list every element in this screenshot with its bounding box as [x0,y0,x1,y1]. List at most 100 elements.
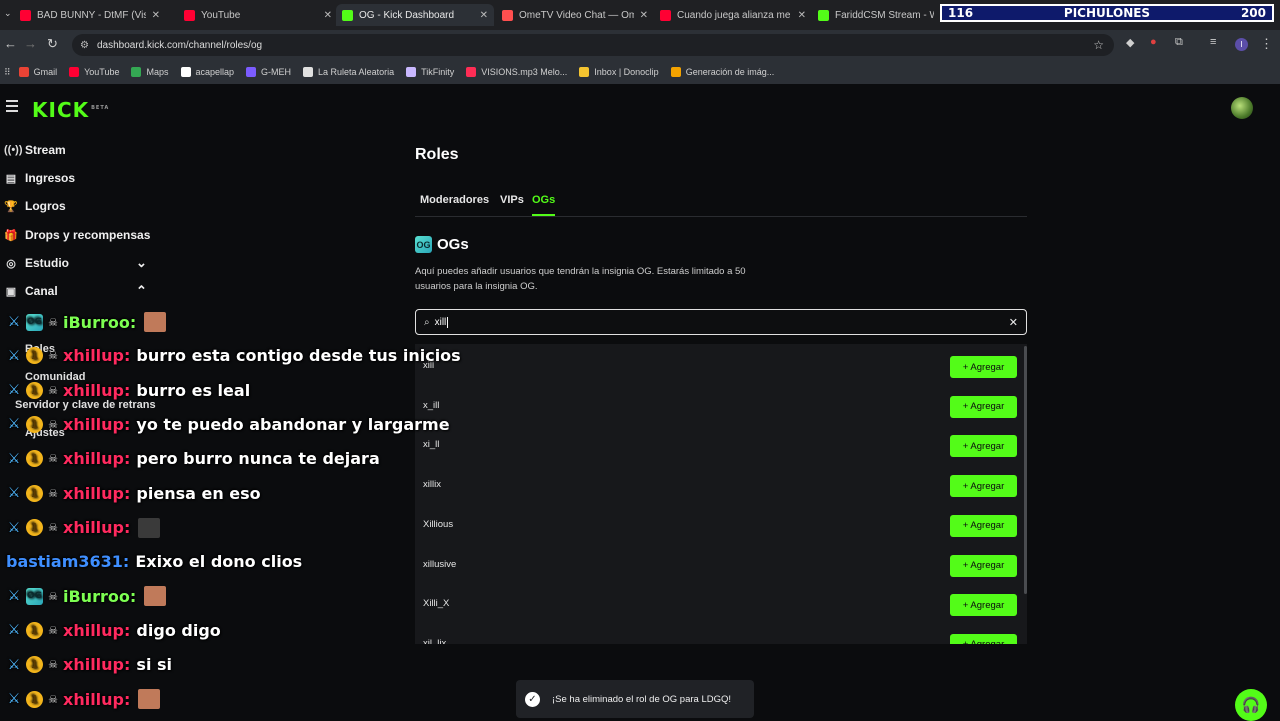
sidebar-subitem[interactable]: Servidor y clave de retrans [15,399,156,411]
chat-username-text: bastiam3631 [6,552,123,572]
bookmark-label: Maps [146,67,169,77]
check-icon: ✓ [525,691,540,707]
bookmark-item[interactable]: acapellap [180,67,234,77]
tab-title: FariddCSM Stream - Watch Live [835,9,934,21]
tab-vips[interactable]: VIPs [500,194,524,214]
browser-tab[interactable]: YouTube ✕ [178,4,338,26]
sword-badge-icon: ⚔ [7,347,21,364]
agregar-button[interactable]: + Agregar [950,435,1017,458]
sidebar-item-stream[interactable]: ((•)) Stream [4,143,66,157]
coin-badge-icon: 1 [26,450,43,468]
agregar-button[interactable]: + Agregar [950,514,1017,537]
camera-icon: ◎ [6,257,16,270]
agregar-button[interactable]: + Agregar [950,475,1017,498]
results-scrollbar[interactable] [1024,346,1027,594]
profile-icon[interactable]: I [1235,38,1248,51]
bookmark-label: La Ruleta Aleatoria [318,67,395,77]
tab-ogs[interactable]: OGs [532,194,556,216]
bookmark-item[interactable]: YouTube [69,67,119,77]
result-row: xi_ll + Agregar [415,425,1027,465]
agregar-button[interactable]: + Agregar [950,356,1017,378]
extension-red-icon[interactable]: ● [1150,36,1157,48]
result-row: xillix + Agregar [415,465,1027,505]
bookmark-item[interactable]: Gmail [18,67,57,77]
search-value: xill [434,316,447,328]
kick-logo[interactable]: KICK BETA [32,98,109,122]
chevron-down-icon[interactable]: ⌄ [136,255,147,271]
user-avatar[interactable] [1231,97,1253,119]
chat-username-text: xhillup [63,655,125,674]
chevron-up-icon[interactable]: ⌃ [136,283,147,299]
back-icon[interactable]: ← [4,36,17,51]
browser-tab[interactable]: FariddCSM Stream - Watch Live [812,4,940,26]
reload-icon[interactable]: ↻ [47,36,58,52]
coin-badge-icon: 1 [26,484,43,502]
clear-search-icon[interactable]: ✕ [1009,316,1018,329]
bookmark-item[interactable]: VISIONS.mp3 Melo... [466,67,567,77]
tab-close-icon[interactable]: ✕ [640,10,648,21]
bookmark-item[interactable]: G-MEH [246,67,291,77]
support-chat-icon[interactable]: 🎧 [1235,689,1267,721]
tab-close-icon[interactable]: ✕ [480,10,488,21]
browser-tab[interactable]: OG - Kick Dashboard ✕ [336,4,494,26]
skull-badge-icon: ☠ [48,521,58,535]
sidebar-item-ingresos[interactable]: ▤ Ingresos [4,171,75,185]
result-row: Xilli_X + Agregar [415,584,1027,624]
tab-close-icon[interactable]: ✕ [798,10,806,21]
browser-tab[interactable]: Cuando juega alianza me da pena ✕ [654,4,812,26]
browser-tab[interactable]: OmeTV Video Chat — Ome ✕ [496,4,654,26]
bookmark-item[interactable]: Inbox | Donoclip [579,67,659,77]
tab-search-icon[interactable]: ⌄ [4,8,12,19]
extensions-puzzle-icon[interactable]: ⧉ [1175,36,1183,49]
tab-moderadores[interactable]: Moderadores [420,194,489,214]
agregar-button[interactable]: + Agregar [950,594,1017,617]
extension-icon[interactable]: ◆ [1126,36,1134,49]
coin-badge-icon: 1 [26,519,43,537]
sidebar-item-drops[interactable]: 🎁 Drops y recompensas [4,228,150,242]
apps-grid-icon[interactable]: ⠿ [4,67,11,78]
skull-badge-icon: ☠ [48,589,58,603]
bookmark-item[interactable]: Maps [131,67,169,77]
chat-username: iBurroo: [63,586,137,606]
agregar-button[interactable]: + Agregar [950,395,1017,418]
tab-title: OG - Kick Dashboard [359,9,455,21]
tab-close-icon[interactable]: ✕ [324,10,332,21]
browser-tab[interactable]: BAD BUNNY - DtMF (Visualizer) ✕ [14,4,166,26]
sidebar-item-estudio[interactable]: ◎ Estudio ⌄ [4,255,147,270]
bookmark-star-icon[interactable]: ☆ [1093,38,1104,52]
bookmark-favicon-icon [246,67,257,77]
search-icon: ⌕ [424,316,430,328]
sidebar-item-logros[interactable]: 🏆 Logros [4,199,66,213]
user-search-input[interactable]: ⌕ xill ✕ [415,309,1027,335]
og-badge-icon: OG [26,313,43,331]
agregar-button[interactable]: + Agregar [950,554,1017,577]
bookmark-item[interactable]: La Ruleta Aleatoria [303,67,394,77]
tab-close-icon[interactable]: ✕ [152,10,160,21]
menu-icon[interactable]: ⋮ [1260,36,1273,52]
bookmark-item[interactable]: TikFinity [406,67,454,77]
agregar-button[interactable]: + Agregar [950,633,1017,644]
hamburger-menu-icon[interactable] [6,100,18,115]
overlay-title: PICHULONES [1063,6,1151,20]
site-info-icon[interactable]: ⚙ [80,40,89,51]
chat-text: burro es leal [136,380,251,400]
skull-badge-icon: ☠ [48,658,58,671]
bookmark-label: VISIONS.mp3 Melo... [481,67,568,77]
result-username: xil_lix [423,637,447,644]
tab-favicon-icon [502,9,513,21]
sidebar-item-label: Ingresos [25,171,76,185]
toast-notification: ✓ ¡Se ha eliminado el rol de OG para LDG… [516,680,754,718]
chat-username-text: xhillup [63,483,125,503]
chat-text: piensa en eso [136,483,261,503]
bookmark-item[interactable]: Generación de imág... [670,67,774,77]
sword-badge-icon: ⚔ [7,519,21,536]
result-row: Xillious + Agregar [415,505,1027,545]
forward-icon[interactable]: → [24,36,37,51]
sidebar-item-canal[interactable]: ▣ Canal ⌃ [4,283,147,298]
chat-username-text: xhillup [63,414,125,434]
media-icon[interactable]: ≡ [1210,36,1216,48]
address-bar[interactable]: ⚙ dashboard.kick.com/channel/roles/og ☆ [72,34,1114,56]
coin-badge-icon: 1 [26,347,43,365]
chat-username: xhillup: [63,449,131,469]
chat-username: xhillup: [63,483,131,503]
